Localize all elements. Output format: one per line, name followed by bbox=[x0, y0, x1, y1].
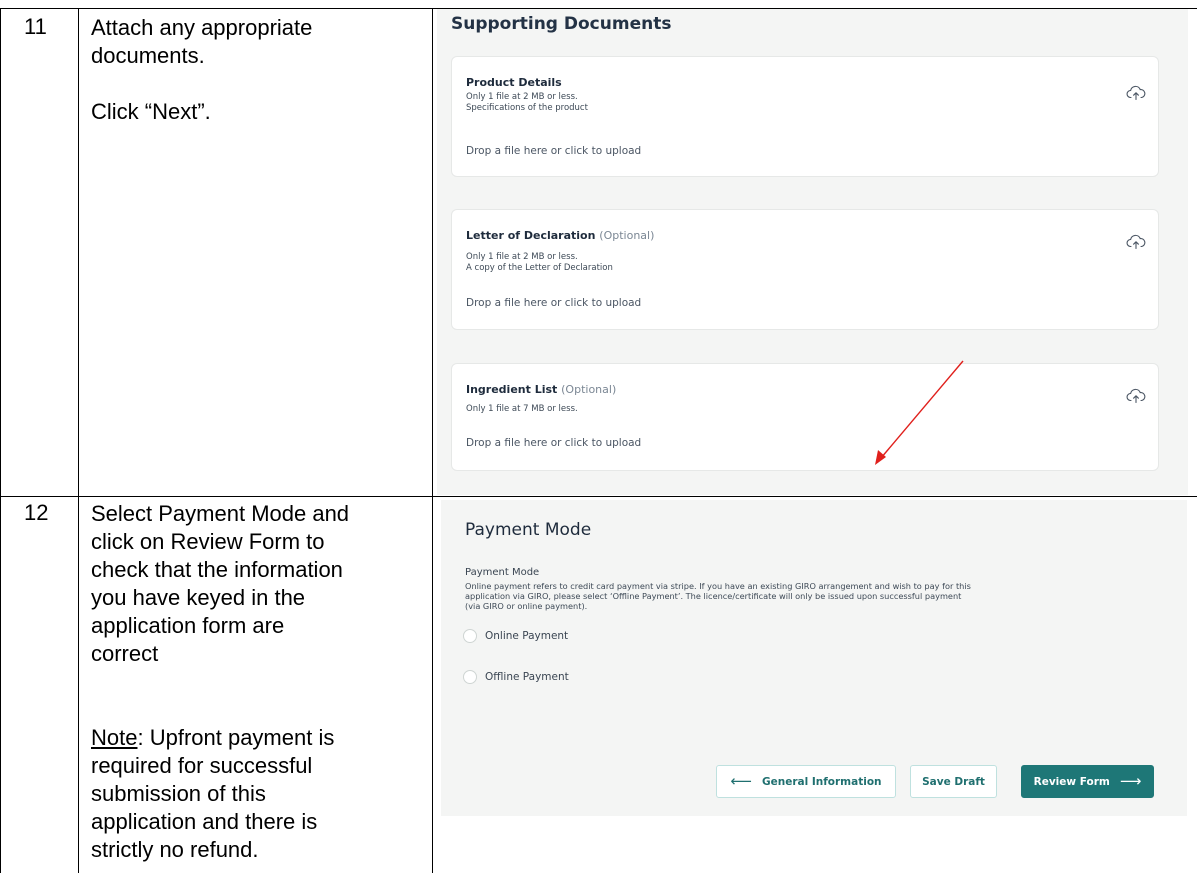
instruction-line: Select Payment Mode and bbox=[91, 501, 350, 526]
instruction-line: check that the information bbox=[91, 557, 343, 582]
upload-card-description: A copy of the Letter of Declaration bbox=[466, 263, 613, 273]
upload-card-limit: Only 1 file at 2 MB or less. bbox=[466, 252, 578, 262]
description-line: application via GIRO, please select ‘Off… bbox=[465, 591, 962, 601]
save-draft-button[interactable]: Save Draft bbox=[910, 765, 997, 798]
arrow-left-icon: ⟵ bbox=[730, 772, 752, 790]
back-general-information-button[interactable]: ⟵ General Information bbox=[716, 765, 896, 798]
note-line: submission of this bbox=[91, 781, 266, 806]
upload-dropzone-text[interactable]: Drop a file here or click to upload bbox=[466, 437, 641, 449]
upload-card-letter-of-declaration[interactable]: Letter of Declaration (Optional) Only 1 … bbox=[451, 209, 1159, 330]
supporting-documents-screenshot: Supporting Documents Product Details Onl… bbox=[437, 9, 1188, 495]
upload-card-ingredient-list[interactable]: Ingredient List (Optional) Only 1 file a… bbox=[451, 363, 1159, 471]
radio-label[interactable]: Offline Payment bbox=[485, 671, 569, 683]
note-line: strictly no refund. bbox=[91, 837, 259, 862]
note-line: application and there is bbox=[91, 809, 318, 834]
cloud-upload-icon[interactable] bbox=[1126, 234, 1146, 250]
payment-mode-label: Payment Mode bbox=[465, 567, 540, 578]
upload-card-product-details[interactable]: Product Details Only 1 file at 2 MB or l… bbox=[451, 56, 1159, 177]
instruction-line: you have keyed in the bbox=[91, 585, 306, 610]
upload-card-title-text: Letter of Declaration bbox=[466, 229, 596, 242]
step-instruction: Select Payment Mode and click on Review … bbox=[91, 500, 431, 864]
upload-card-title: Product Details bbox=[466, 76, 562, 89]
upload-dropzone-text[interactable]: Drop a file here or click to upload bbox=[466, 145, 641, 157]
upload-card-title-text: Ingredient List bbox=[466, 383, 558, 396]
instruction-line: Attach any appropriate bbox=[91, 15, 313, 40]
description-line: Online payment refers to credit card pay… bbox=[465, 581, 971, 591]
instruction-line: documents. bbox=[91, 43, 205, 68]
instruction-line: application form are bbox=[91, 613, 285, 638]
radio-label[interactable]: Online Payment bbox=[485, 630, 568, 642]
cloud-upload-icon[interactable] bbox=[1126, 85, 1146, 101]
radio-circle[interactable] bbox=[463, 670, 477, 684]
upload-card-description: Specifications of the product bbox=[466, 103, 588, 113]
instruction-line: click on Review Form to bbox=[91, 529, 325, 554]
review-form-button[interactable]: Review Form ⟶ bbox=[1021, 765, 1154, 798]
radio-offline-payment[interactable]: Offline Payment bbox=[463, 670, 569, 684]
button-label: General Information bbox=[761, 775, 882, 788]
cloud-upload-icon[interactable] bbox=[1126, 388, 1146, 404]
section-title: Payment Mode bbox=[465, 520, 592, 540]
note-line: required for successful bbox=[91, 753, 313, 778]
note-label: Note bbox=[91, 725, 138, 750]
table-left-border bbox=[0, 8, 1, 873]
upload-card-title: Letter of Declaration (Optional) bbox=[466, 229, 654, 242]
note-line: Note: Upfront payment is bbox=[91, 724, 431, 752]
instruction-line: Click “Next”. bbox=[91, 99, 211, 124]
upload-card-limit: Only 1 file at 7 MB or less. bbox=[466, 404, 578, 414]
note-text: : Upfront payment is bbox=[137, 725, 335, 750]
button-label: Review Form bbox=[1033, 775, 1110, 788]
optional-tag: (Optional) bbox=[561, 383, 617, 396]
optional-tag: (Optional) bbox=[599, 229, 655, 242]
table-row-divider bbox=[0, 496, 1197, 497]
upload-card-limit: Only 1 file at 2 MB or less. bbox=[466, 92, 578, 102]
radio-circle[interactable] bbox=[463, 629, 477, 643]
upload-card-title-text: Product Details bbox=[466, 76, 562, 89]
step-number: 11 bbox=[24, 14, 47, 39]
table-number-column-border bbox=[78, 8, 79, 873]
step-instruction: Attach any appropriate documents. Click … bbox=[91, 14, 421, 126]
radio-online-payment[interactable]: Online Payment bbox=[463, 629, 568, 643]
section-title: Supporting Documents bbox=[451, 14, 672, 34]
upload-dropzone-text[interactable]: Drop a file here or click to upload bbox=[466, 297, 641, 309]
instruction-line: correct bbox=[91, 641, 159, 666]
button-label: Save Draft bbox=[922, 775, 985, 788]
payment-mode-screenshot: Payment Mode Payment Mode Online payment… bbox=[441, 500, 1187, 816]
description-line: (via GIRO or online payment). bbox=[465, 601, 588, 611]
arrow-right-icon: ⟶ bbox=[1119, 772, 1142, 790]
payment-mode-description: Online payment refers to credit card pay… bbox=[465, 581, 1105, 611]
table-instruction-column-border bbox=[432, 8, 433, 873]
step-number: 12 bbox=[24, 500, 49, 525]
upload-card-title: Ingredient List (Optional) bbox=[466, 383, 616, 396]
